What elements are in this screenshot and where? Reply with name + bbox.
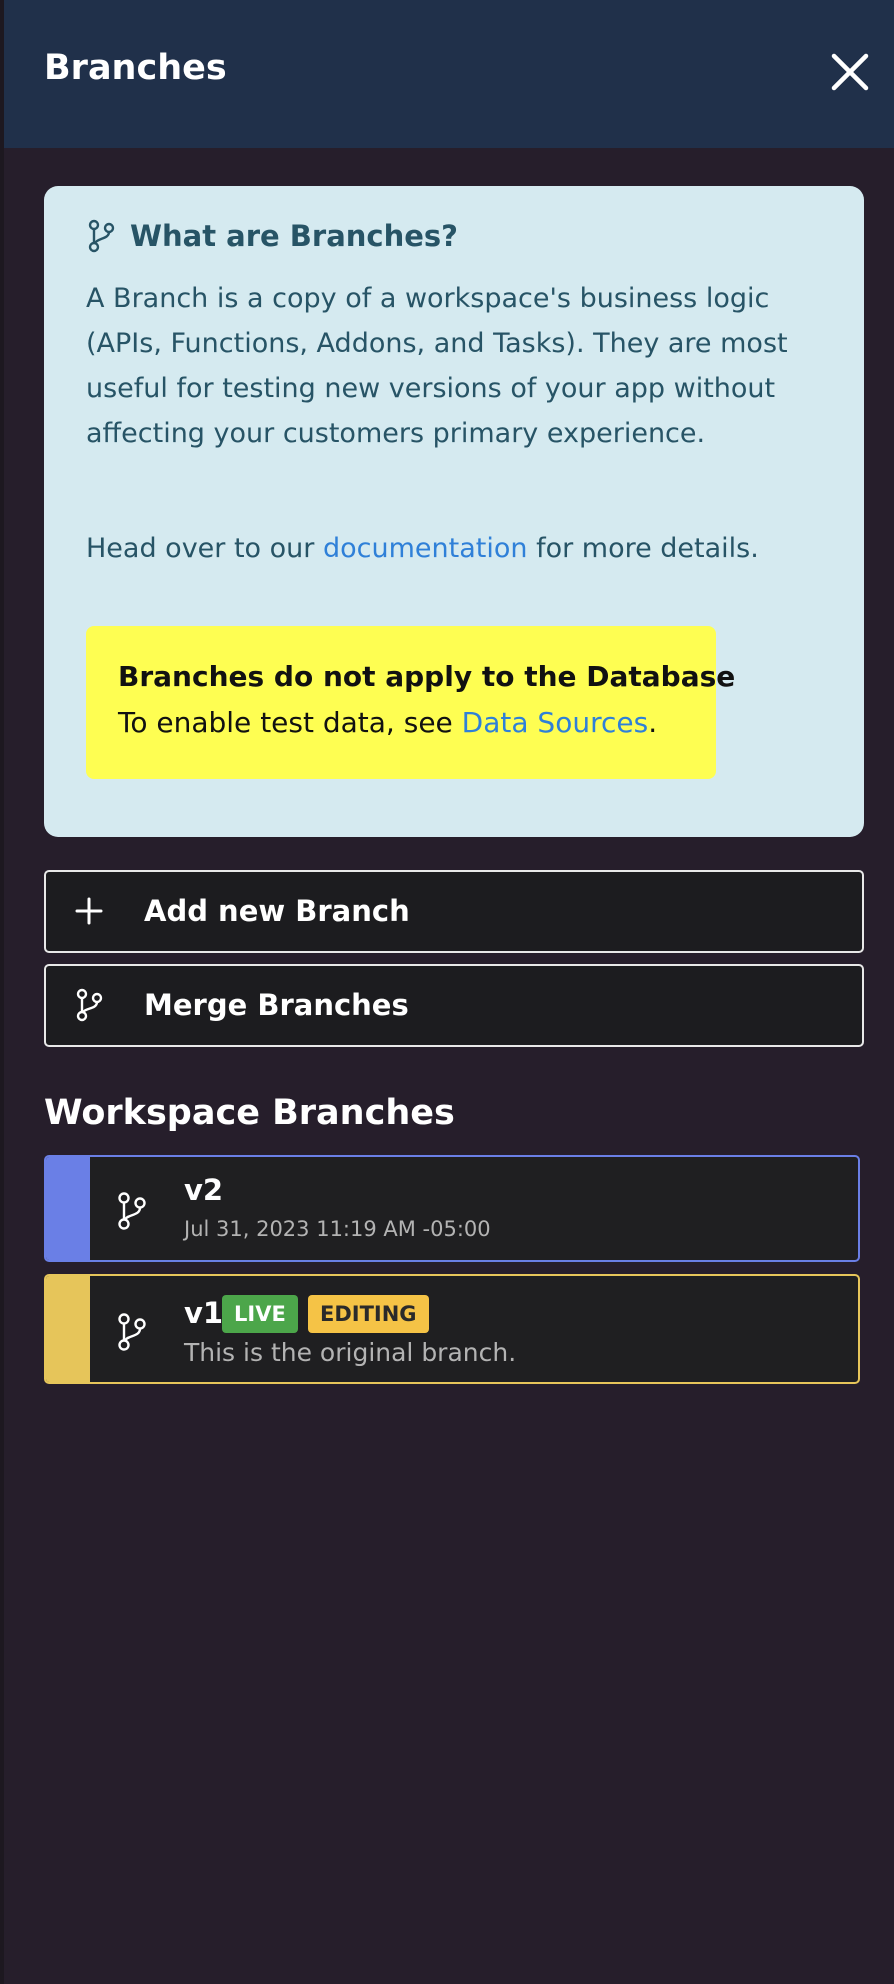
panel-edge: [0, 0, 4, 1984]
panel-title: Branches: [44, 48, 227, 88]
panel-header: Branches: [4, 0, 894, 148]
add-branch-button[interactable]: Add new Branch: [44, 870, 864, 953]
add-branch-label: Add new Branch: [144, 894, 410, 928]
editing-badge: EDITING: [308, 1295, 429, 1333]
close-icon: [831, 53, 869, 91]
git-branch-icon: [88, 219, 115, 253]
branch-description: This is the original branch.: [184, 1338, 517, 1367]
close-button[interactable]: [826, 48, 874, 96]
info-title-row: What are Branches?: [86, 214, 458, 258]
warning-text: To enable test data, see Data Sources.: [118, 706, 657, 739]
documentation-prefix: Head over to our: [86, 533, 323, 564]
plus-icon: [75, 897, 103, 925]
branch-item-v2[interactable]: v2 Jul 31, 2023 11:19 AM -05:00: [44, 1155, 860, 1262]
warning-prefix: To enable test data, see: [118, 706, 462, 739]
database-warning: Branches do not apply to the Database To…: [86, 626, 735, 779]
warning-suffix: .: [648, 706, 658, 739]
git-branch-icon: [118, 1313, 146, 1351]
branch-timestamp: Jul 31, 2023 11:19 AM -05:00: [184, 1217, 491, 1241]
live-badge: LIVE: [222, 1295, 298, 1333]
info-title: What are Branches?: [130, 219, 459, 253]
branch-color-stripe: [46, 1276, 90, 1382]
branches-info-card: What are Branches? A Branch is a copy of…: [44, 186, 864, 837]
branch-item-v1[interactable]: v1 LIVE EDITING This is the original bra…: [44, 1274, 860, 1384]
documentation-suffix: for more details.: [527, 533, 759, 564]
documentation-link[interactable]: documentation: [323, 533, 528, 564]
git-merge-icon: [76, 988, 103, 1022]
documentation-line: Head over to our documentation for more …: [86, 526, 759, 571]
git-branch-icon: [118, 1192, 146, 1230]
merge-branches-label: Merge Branches: [144, 988, 409, 1022]
workspace-branches-heading: Workspace Branches: [44, 1093, 455, 1133]
data-sources-link[interactable]: Data Sources: [462, 706, 649, 739]
branch-name: v1: [184, 1296, 224, 1330]
warning-title: Branches do not apply to the Database: [118, 660, 736, 693]
branch-name: v2: [184, 1173, 224, 1207]
info-description: A Branch is a copy of a workspace's busi…: [86, 283, 788, 449]
merge-branches-button[interactable]: Merge Branches: [44, 964, 864, 1047]
branch-color-stripe: [46, 1157, 90, 1260]
